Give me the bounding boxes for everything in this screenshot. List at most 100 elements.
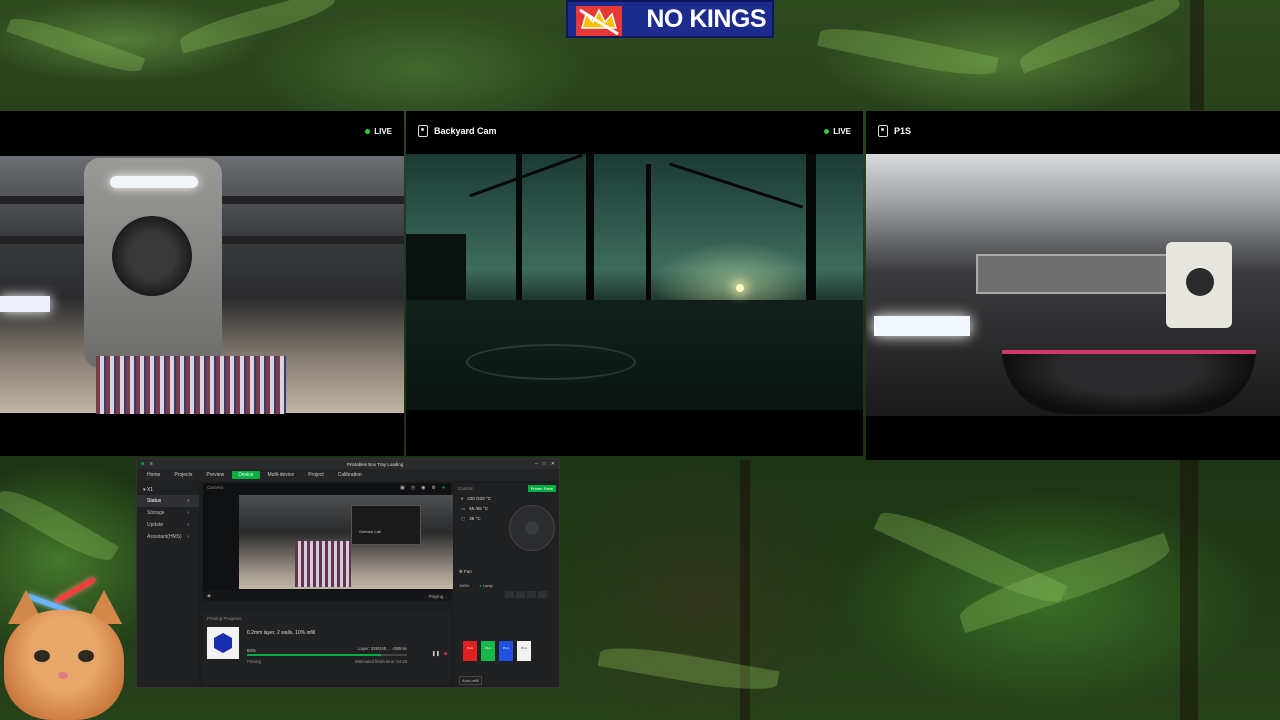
print-controls: ❚❚ ■ xyxy=(432,651,447,657)
camera-header: P1S xyxy=(866,111,1280,151)
tab-project[interactable]: Project xyxy=(302,471,330,479)
chevron-right-icon: › xyxy=(187,534,189,540)
window-title: Printables Box Tray Loading xyxy=(347,461,404,467)
record-icon[interactable]: ▣ xyxy=(400,485,405,491)
progress-percent: 84% xyxy=(247,648,257,653)
axis-joystick[interactable] xyxy=(509,505,555,551)
minimize-icon[interactable]: – xyxy=(535,461,538,467)
sidebar-item-status[interactable]: Status › xyxy=(137,495,199,507)
chevron-right-icon: › xyxy=(187,522,189,528)
fan-control[interactable]: ✻ Fan xyxy=(459,569,472,575)
progress-header: Printing Progress xyxy=(207,616,242,621)
progress-bar xyxy=(247,654,407,656)
live-label: LIVE xyxy=(374,126,392,136)
settings-icon[interactable]: ⚙ xyxy=(431,485,435,491)
control-header: Control xyxy=(458,486,473,491)
sidebar-item-update[interactable]: Update › xyxy=(137,519,199,531)
camera-panel-p1s: P1S xyxy=(866,111,1280,460)
crown-icon xyxy=(576,6,622,36)
printer-camera-pane: Camera ▣ ◷ ◉ ⚙ ● Science Lab ◉ Playing..… xyxy=(203,483,453,601)
device-sidebar: ▾ X1 Status › Storage › Update › Assistant(… xyxy=(137,481,199,687)
control-pane: Control Printer Parts ▾ 220 /220 °C ▭ 55 /… xyxy=(455,483,559,687)
banner-text: NO KINGS xyxy=(646,4,766,33)
menu-icon[interactable]: ≡ xyxy=(150,461,153,467)
progress-bar-fill xyxy=(247,654,382,656)
camera-box-label: Science Lab xyxy=(359,529,382,534)
live-dot-icon xyxy=(365,128,371,134)
spool-slot-2[interactable]: PLA xyxy=(481,641,495,661)
snapshot-icon[interactable]: ◉ xyxy=(421,485,425,491)
estimated-finish: Estimated finish time: 04-23 xyxy=(355,659,407,664)
layer-info: Layer: 339/345 ... -260min xyxy=(358,646,407,651)
maximize-icon[interactable]: □ xyxy=(543,461,546,467)
camera-feed-backyard xyxy=(406,153,863,410)
cat-face xyxy=(4,610,124,720)
tab-multi-device[interactable]: Multi-device xyxy=(262,471,301,479)
no-kings-banner: NO KINGS xyxy=(566,0,774,38)
stop-icon[interactable]: ◉ xyxy=(207,593,211,599)
auto-refill-button[interactable]: Auto-refill xyxy=(459,676,482,685)
cube-model-icon xyxy=(214,633,232,653)
camera-title: Backyard Cam xyxy=(434,126,497,136)
spool-slot-4[interactable]: PLA xyxy=(517,641,531,661)
lamp-control[interactable]: ● Lamp xyxy=(479,583,493,588)
live-indicator: LIVE xyxy=(365,127,392,136)
camera-pane-label: Camera xyxy=(207,485,224,490)
tab-calibration[interactable]: Calibration xyxy=(332,471,368,479)
camera-feed-p1s xyxy=(866,154,1280,416)
camera-title: P1S xyxy=(894,126,912,136)
app-logo-icon: ■ xyxy=(141,461,145,467)
camera-toggle-icon[interactable]: ● xyxy=(442,485,445,491)
camera-header: Backyard Cam LIVE xyxy=(406,111,863,151)
camera-feed-printer-closeup xyxy=(0,156,404,414)
pause-icon[interactable]: ❚❚ xyxy=(432,651,440,657)
print-status: Printing xyxy=(247,659,262,664)
chevron-right-icon: › xyxy=(187,510,189,516)
tab-preview[interactable]: Preview xyxy=(200,471,230,479)
speed-lamp-row: 100% ● Lamp xyxy=(459,583,493,588)
spool-slot-3[interactable]: PLA xyxy=(499,641,513,661)
camera-panel-backyard: Backyard Cam LIVE xyxy=(406,111,863,456)
live-label: LIVE xyxy=(833,126,851,136)
chevron-right-icon: › xyxy=(187,498,189,504)
camera-tools: ▣ ◷ ◉ ⚙ ● xyxy=(400,485,445,491)
axis-button[interactable] xyxy=(516,591,525,598)
tab-projects[interactable]: Projects xyxy=(168,471,198,479)
main-tabs: Home Projects Preview Device Multi-devic… xyxy=(137,469,559,481)
bambu-studio-window: ■ ≡ Printables Box Tray Loading – □ ✕ Ho… xyxy=(136,458,560,688)
live-dot-icon xyxy=(824,128,830,134)
printer-camera-video: Science Lab xyxy=(239,495,453,589)
spool-slot-1[interactable]: PLA xyxy=(463,641,477,661)
live-indicator: LIVE xyxy=(824,127,851,136)
camera-panel-1: LIVE xyxy=(0,111,404,456)
camera-footer: ◉ Playing... xyxy=(203,591,451,601)
printer-parts-button[interactable]: Printer Parts xyxy=(527,485,556,492)
print-thumbnail xyxy=(207,627,239,659)
device-selector[interactable]: ▾ X1 xyxy=(137,485,199,495)
printing-progress-pane: Printing Progress 0.2mm layer, 2 walls, … xyxy=(203,613,451,685)
ams-spools: PLA PLA PLA PLA xyxy=(463,641,531,661)
chamber-icon: ▢ xyxy=(461,516,466,521)
sidebar-item-assistant[interactable]: Assistant(HMS) › xyxy=(137,531,199,543)
bed-icon: ▭ xyxy=(461,506,466,511)
camera-icon xyxy=(878,125,888,137)
timelapse-icon[interactable]: ◷ xyxy=(411,485,415,491)
speed-control[interactable]: 100% xyxy=(459,583,469,588)
camera-header: LIVE xyxy=(0,111,404,151)
camera-icon xyxy=(418,125,428,137)
stop-print-icon[interactable]: ■ xyxy=(444,651,447,657)
cat-avatar-overlay xyxy=(0,576,134,720)
playback-status: Playing... xyxy=(428,593,447,599)
sidebar-item-storage[interactable]: Storage › xyxy=(137,507,199,519)
axis-button[interactable] xyxy=(527,591,536,598)
axis-buttons xyxy=(505,591,547,598)
title-bar: ■ ≡ Printables Box Tray Loading – □ ✕ xyxy=(137,459,559,469)
axis-button[interactable] xyxy=(505,591,514,598)
close-icon[interactable]: ✕ xyxy=(551,461,555,467)
tab-home[interactable]: Home xyxy=(141,471,166,479)
nozzle-icon: ▾ xyxy=(461,496,464,501)
nozzle-temp[interactable]: ▾ 220 /220 °C xyxy=(455,494,559,504)
print-info: 0.2mm layer, 2 walls, 10% infill xyxy=(247,630,316,636)
axis-button[interactable] xyxy=(538,591,547,598)
tab-device[interactable]: Device xyxy=(232,471,260,479)
